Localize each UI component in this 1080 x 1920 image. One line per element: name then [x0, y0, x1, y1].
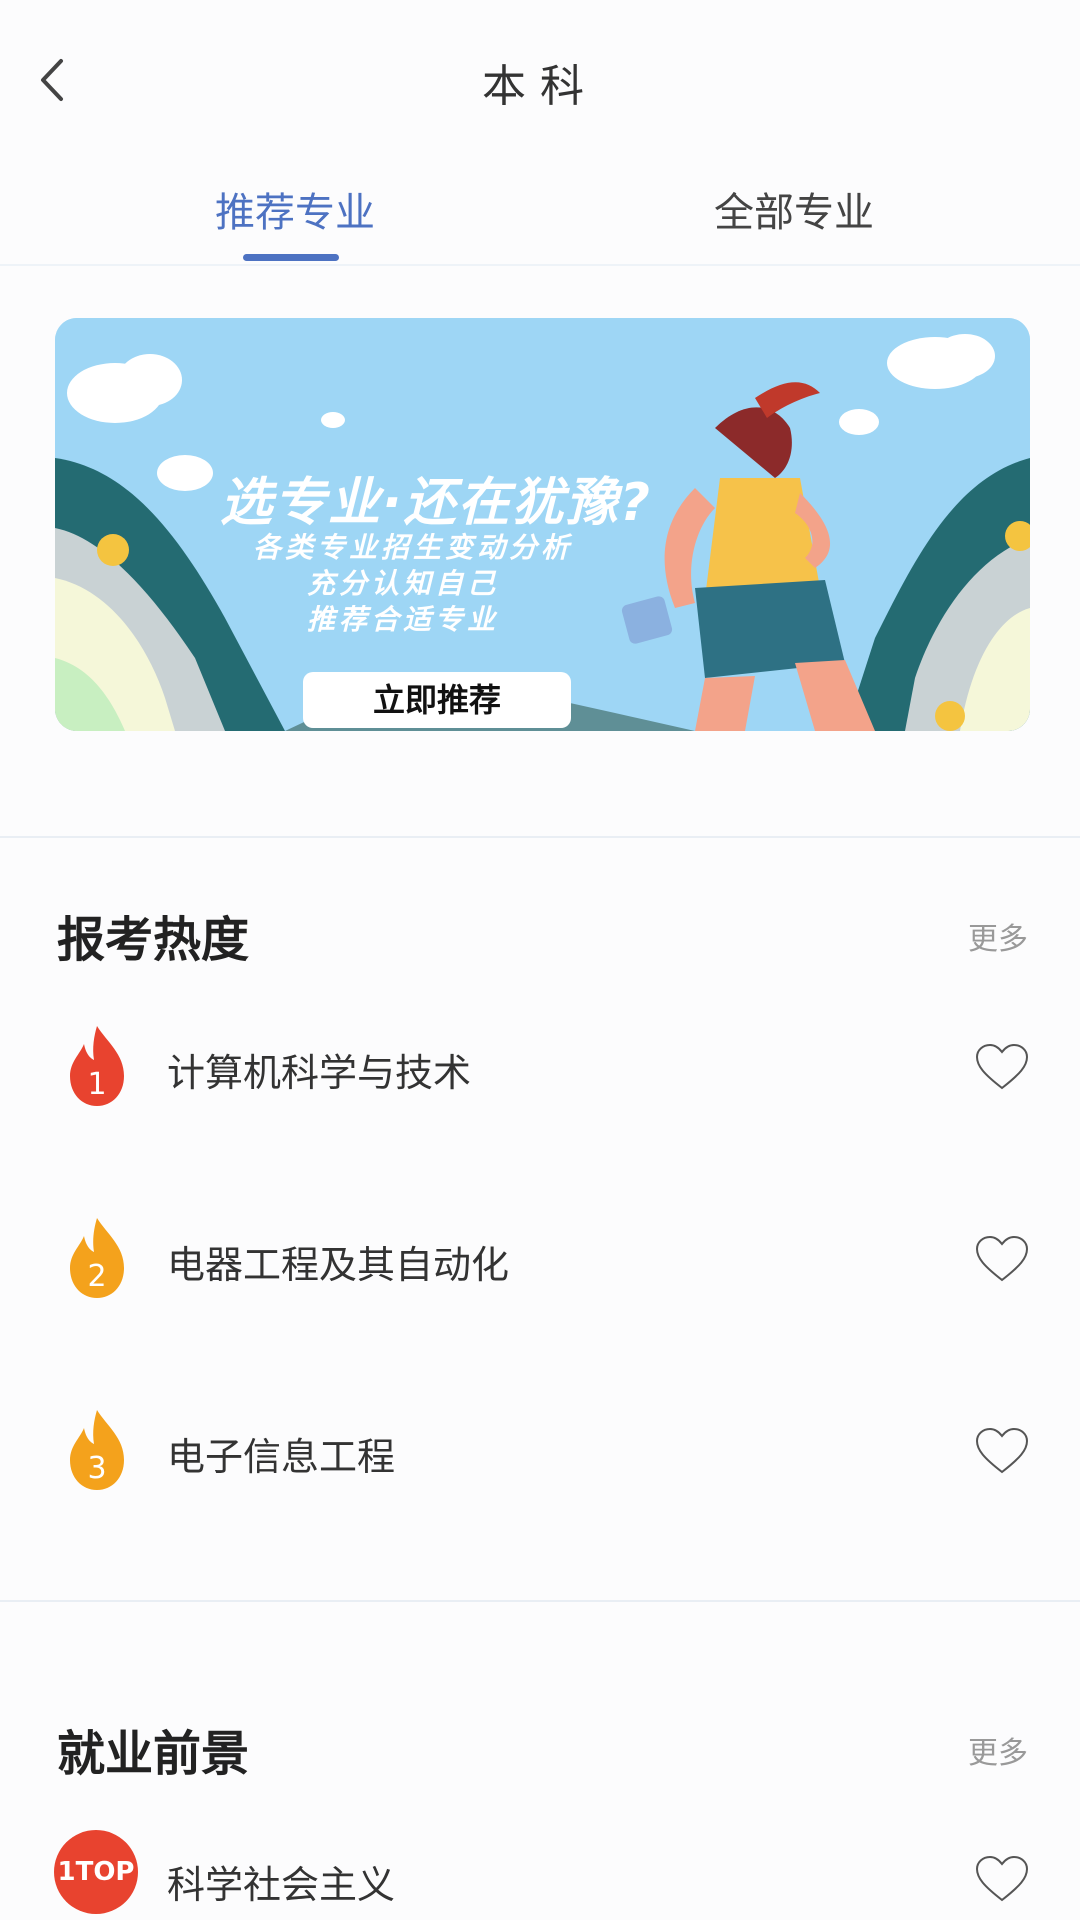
major-name: 科学社会主义	[167, 1863, 396, 1907]
major-name: 电器工程及其自动化	[167, 1243, 510, 1287]
flame-rank-2-icon: 2	[70, 1218, 124, 1298]
tab-all[interactable]: 全部专业	[714, 180, 874, 238]
page-title: 本科	[482, 61, 598, 112]
job-more-link[interactable]: 更多	[968, 1728, 1028, 1772]
top-rank-badge: 1TOP	[54, 1830, 138, 1914]
list-item[interactable]: 3 电子信息工程	[0, 1408, 1080, 1498]
svg-text:1: 1	[87, 1067, 106, 1102]
list-item[interactable]: 1TOP 科学社会主义	[0, 1830, 1080, 1920]
recommend-now-button[interactable]: 立即推荐	[303, 672, 571, 728]
flame-rank-1-icon: 1	[70, 1026, 124, 1106]
major-name: 电子信息工程	[167, 1435, 396, 1479]
svg-text:2: 2	[87, 1259, 106, 1294]
tab-bar: 推荐专业 全部专业	[0, 170, 1080, 266]
active-tab-indicator	[243, 254, 339, 261]
section-title-hot: 报考热度	[57, 912, 250, 968]
section-divider	[0, 836, 1080, 838]
list-item[interactable]: 1 计算机科学与技术	[0, 1024, 1080, 1114]
banner-title: 选专业·还在犹豫?	[220, 473, 652, 533]
recommend-banner[interactable]: 选专业·还在犹豫? 各类专业招生变动分析 充分认知自己 推荐合适专业 立即推荐	[55, 318, 1030, 731]
flame-rank-3-icon: 3	[70, 1410, 124, 1490]
heart-icon[interactable]	[974, 1426, 1030, 1476]
header-bar: 本科	[0, 0, 1080, 160]
section-divider	[0, 1600, 1080, 1602]
heart-icon[interactable]	[974, 1042, 1030, 1092]
major-name: 计算机科学与技术	[167, 1051, 472, 1095]
page: 本科 推荐专业 全部专业 选专业·还在犹豫? 各类专业招生变动分析 充分认知自己…	[0, 0, 1080, 1920]
heart-icon[interactable]	[974, 1854, 1030, 1904]
list-item[interactable]: 2 电器工程及其自动化	[0, 1216, 1080, 1306]
banner-line-2: 充分认知自己	[307, 567, 500, 600]
banner-line-1: 各类专业招生变动分析	[253, 531, 574, 564]
heart-icon[interactable]	[974, 1234, 1030, 1284]
hot-more-link[interactable]: 更多	[968, 914, 1028, 958]
section-title-job: 就业前景	[57, 1726, 250, 1782]
tab-recommended[interactable]: 推荐专业	[215, 180, 375, 238]
svg-text:3: 3	[87, 1451, 106, 1486]
banner-line-3: 推荐合适专业	[307, 603, 500, 636]
